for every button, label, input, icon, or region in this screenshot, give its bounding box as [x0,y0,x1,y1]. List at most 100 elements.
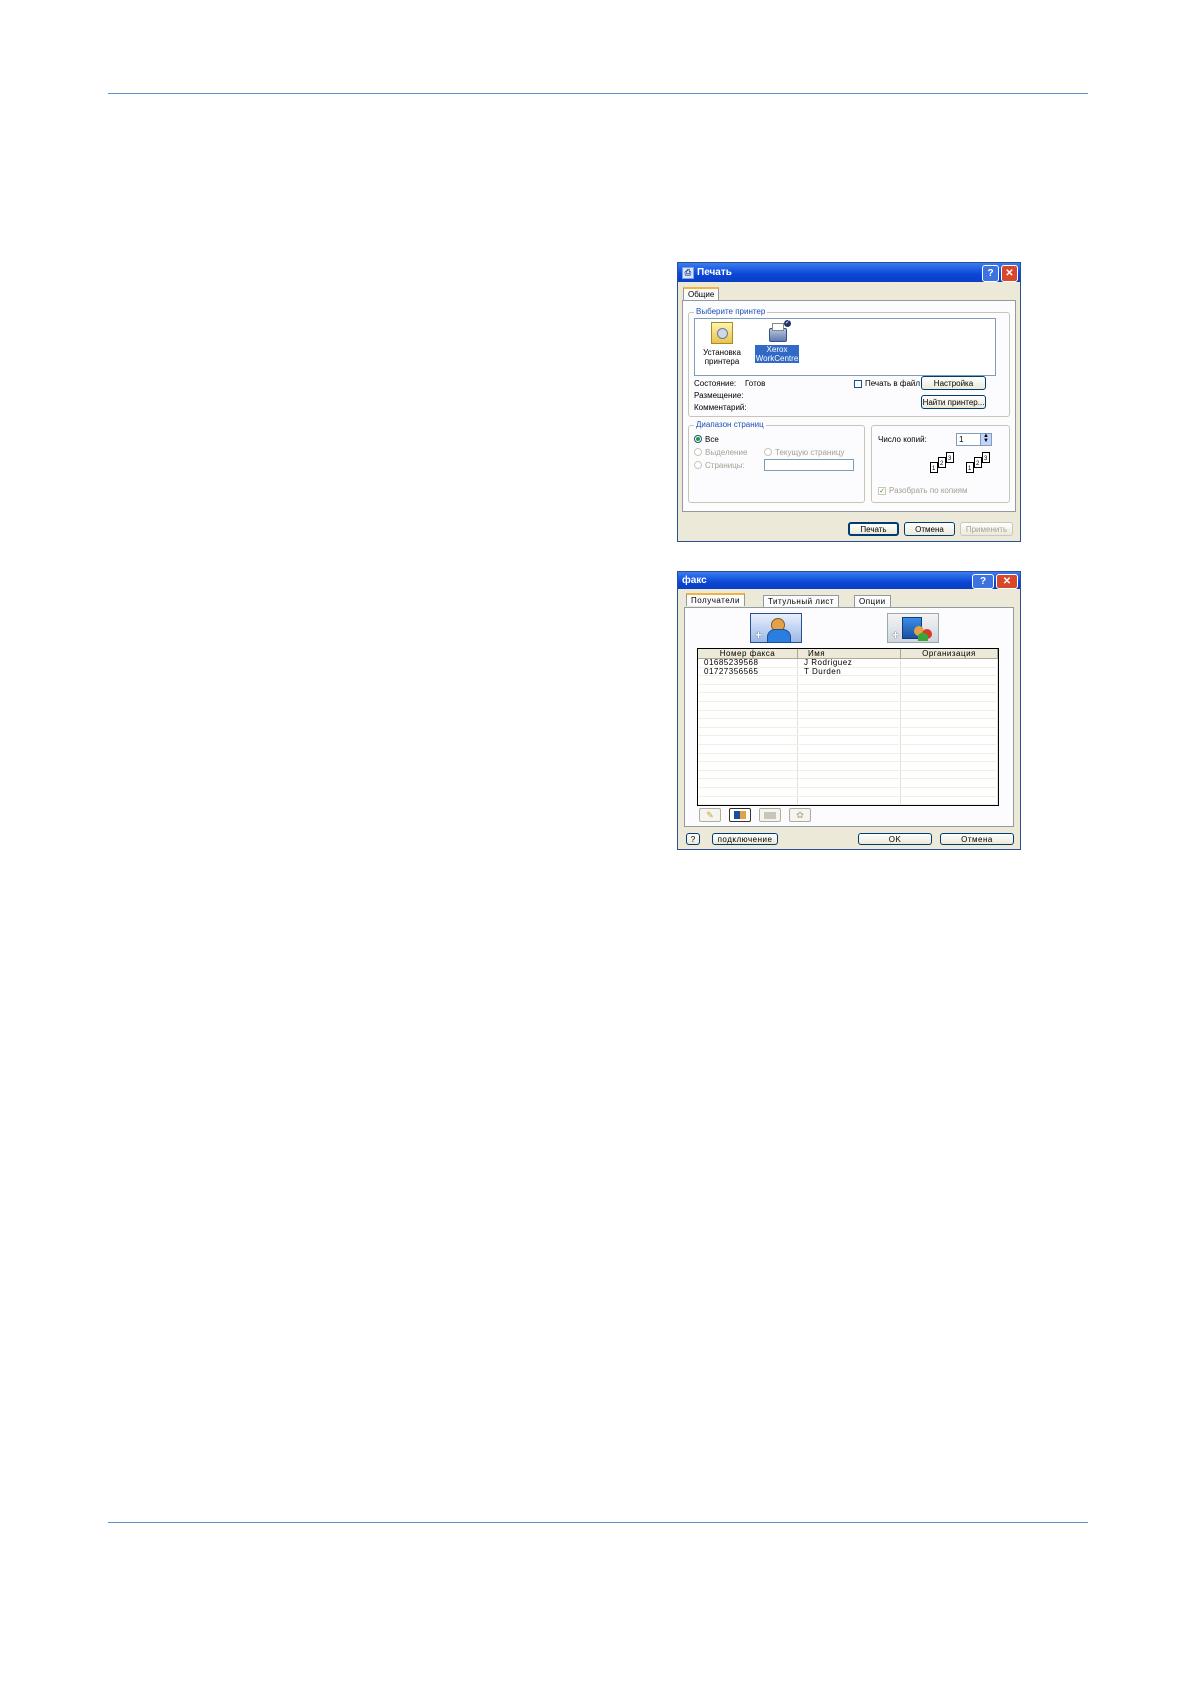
header-rule [108,93,1088,94]
plus-icon: + [755,628,763,642]
range-selection-radio[interactable] [694,448,702,456]
cancel-button[interactable]: Отмена [904,522,955,536]
table-row-empty [698,787,998,797]
page-range-legend: Диапазон страниц [694,420,766,429]
range-all-label: Все [705,435,719,444]
tab-options-label: Опции [859,597,886,606]
cancel-button[interactable]: Отмена [940,833,1014,845]
connection-button[interactable]: подключение [712,833,778,845]
print-dialog: ⎙ Печать ? ✕ Общие Выберите принтер Уста… [677,262,1021,542]
ok-button[interactable]: OK [858,833,932,845]
comment-label: Комментарий: [694,403,747,412]
address-book-button[interactable] [729,808,751,822]
default-check-icon: ✓ [784,320,791,327]
select-printer-legend: Выберите принтер [694,307,768,316]
fax-dialog-title: факс [682,575,707,586]
table-row-empty [698,710,998,720]
name-cell: J Rodriguez [797,658,901,668]
organization-cell [900,658,998,668]
collate-illustration: 1 2 3 1 2 3 [930,452,1000,478]
select-printer-group: Выберите принтер Установка принтера ✓ Xe… [688,307,1010,417]
location-label: Размещение: [694,391,744,400]
copies-value: 1 [959,435,964,444]
print-dialog-title-bar: ⎙ Печать ? ✕ [678,263,1020,282]
table-row-empty [698,701,998,711]
printer-item-add-label-2: принтера [704,357,740,366]
copies-input[interactable]: 1 ▲ ▼ [956,433,992,446]
add-printer-icon [711,322,733,344]
printer-icon: ⎙ [682,266,694,279]
tab-general[interactable]: Общие [683,287,720,300]
table-row-empty [698,804,998,805]
delete-recipient-button[interactable]: ✿ [789,808,811,822]
address-book-icon [734,811,746,819]
table-row-empty [698,761,998,771]
tab-general-label: Общие [688,290,715,299]
print-tab-panel: Выберите принтер Установка принтера ✓ Xe… [682,300,1016,512]
tab-cover-sheet-label: Титульный лист [768,597,835,606]
printer-item-xerox[interactable]: ✓ Xerox WorkCentre [755,320,799,363]
add-from-addressbook-button[interactable]: + [887,613,939,643]
close-icon: ✕ [1005,267,1014,279]
help-button[interactable]: ? [972,574,994,589]
fax-dialog-title-bar: факс ? ✕ [678,572,1020,589]
name-cell: T Durden [797,667,901,677]
table-row-empty [698,796,998,805]
print-button[interactable]: Печать [848,522,899,536]
close-button[interactable]: ✕ [996,574,1018,589]
printer-item-xerox-label-2: WorkCentre [755,354,799,363]
table-row-empty [698,770,998,780]
table-row-empty [698,727,998,737]
close-button[interactable]: ✕ [1001,265,1018,282]
pencil-icon: ✎ [706,809,714,820]
print-to-file-label: Печать в файл [865,379,921,388]
delete-icon: ✿ [796,809,804,820]
table-row-empty [698,692,998,702]
tab-recipients[interactable]: Получатели [686,593,746,606]
copies-spinner[interactable]: ▲ ▼ [980,433,991,445]
group-button[interactable] [759,808,781,822]
range-pages-input[interactable] [764,459,854,471]
help-question-button[interactable]: ? [686,833,700,845]
table-row-empty [698,735,998,745]
table-row-empty [698,744,998,754]
column-header-organization[interactable]: Организация [900,649,998,659]
add-recipient-button[interactable]: + [750,613,802,643]
range-current-radio[interactable] [764,448,772,456]
table-row[interactable]: 01685239568 J Rodriguez [698,658,998,668]
range-current-label: Текущую страницу [775,448,845,457]
table-row[interactable]: 01727356565 T Durden [698,667,998,677]
recipients-table: Номер факса Имя Организация 01685239568 … [697,648,999,806]
printer-list: Установка принтера ✓ Xerox WorkCentre [694,318,996,376]
table-row-empty [698,675,998,685]
printer-icon: ✓ [767,320,791,342]
fax-dialog: факс ? ✕ Получатели Титульный лист Опции… [677,571,1021,850]
tab-options[interactable]: Опции [854,595,891,607]
help-button[interactable]: ? [982,265,999,282]
fax-number-cell: 01727356565 [698,667,798,677]
range-all-radio[interactable] [694,435,702,443]
collate-label: Разобрать по копиям [889,486,968,495]
status-label: Состояние: [694,379,737,388]
print-dialog-title: Печать [697,267,732,278]
table-row-empty [698,778,998,788]
tab-cover-sheet[interactable]: Титульный лист [763,595,840,607]
apply-button[interactable]: Применить [960,522,1013,536]
status-value: Готов [745,379,766,388]
footer-rule [108,1522,1088,1523]
close-icon: ✕ [1002,575,1012,587]
range-selection-label: Выделение [705,448,748,457]
copies-group: Число копий: 1 ▲ ▼ 1 2 3 1 2 3 ✓ Разобрат… [871,425,1010,503]
edit-recipient-button[interactable]: ✎ [699,808,721,822]
range-pages-radio[interactable] [694,461,702,469]
copies-label: Число копий: [878,435,927,444]
printer-item-add[interactable]: Установка принтера [698,322,746,366]
plus-icon: + [892,628,900,642]
collate-checkbox[interactable]: ✓ [878,487,886,495]
table-row-empty [698,718,998,728]
settings-button[interactable]: Настройка [921,376,986,390]
print-to-file-checkbox[interactable] [854,380,862,388]
table-row-empty [698,684,998,694]
printer-item-xerox-label-1: Xerox [766,345,788,354]
find-printer-button[interactable]: Найти принтер... [921,395,986,409]
